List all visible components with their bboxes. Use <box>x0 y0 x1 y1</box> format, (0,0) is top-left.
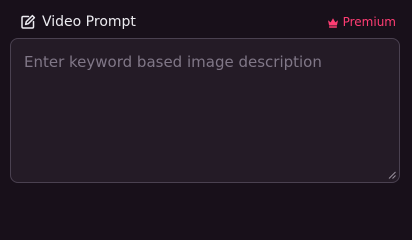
edit-icon <box>20 14 36 30</box>
premium-badge[interactable]: Premium <box>327 15 396 29</box>
video-prompt-panel: Video Prompt Premium <box>0 0 412 220</box>
video-prompt-header: Video Prompt Premium <box>20 10 396 34</box>
premium-label: Premium <box>342 15 396 29</box>
panel-title: Video Prompt <box>42 14 136 30</box>
prompt-field-container <box>10 38 400 183</box>
crown-icon <box>327 17 339 28</box>
resize-handle-icon[interactable] <box>388 171 396 179</box>
video-prompt-input[interactable] <box>11 39 399 182</box>
title-group: Video Prompt <box>20 14 136 30</box>
